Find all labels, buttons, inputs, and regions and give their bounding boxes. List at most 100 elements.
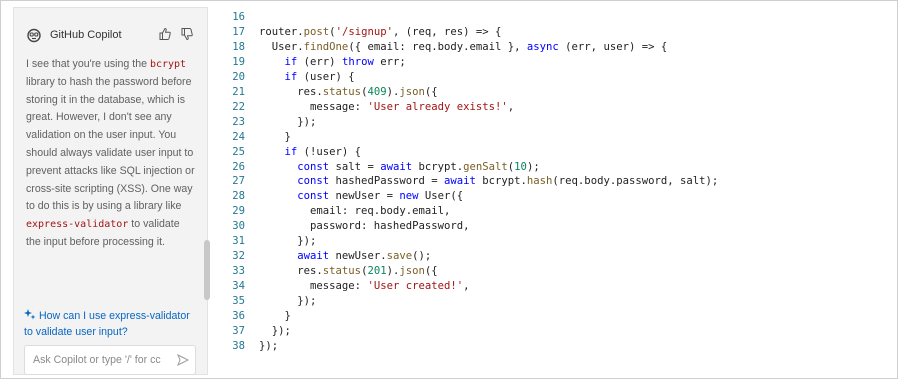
- line-number: 37: [232, 324, 245, 337]
- code-token: ,: [507, 100, 515, 113]
- code-token: );: [526, 160, 540, 173]
- code-token: async: [526, 40, 559, 53]
- code-token: hash: [526, 175, 553, 188]
- code-token: (user) {: [297, 70, 355, 83]
- line-number-gutter: 16 17 18 19 20 21 22 23 24 25 26 27 28 29 30 31 32 33 34 35…: [211, 1, 251, 378]
- code-line: res.status(201).json({: [259, 264, 437, 279]
- line-number: 31: [232, 235, 245, 248]
- line-number: 27: [232, 175, 245, 188]
- code-editor[interactable]: 16 17 18 19 20 21 22 23 24 25 26 27 28 29 30 31 32 33 34 35…: [211, 1, 897, 378]
- code-line: });: [259, 234, 316, 249]
- line-number: 32: [232, 250, 245, 263]
- line-number: 20: [232, 70, 245, 83]
- code-token: res.: [259, 265, 323, 278]
- code-token: const: [297, 160, 330, 173]
- line-number: 18: [232, 40, 245, 53]
- ask-copilot-box: [24, 345, 196, 375]
- code-line: }: [259, 130, 291, 145]
- code-token: 409: [367, 85, 387, 98]
- code-token: bcrypt.: [412, 160, 464, 173]
- code-token: router.: [259, 25, 304, 38]
- code-token: if: [284, 70, 298, 83]
- code-token: bcrypt.: [475, 175, 527, 188]
- suggestion-text: How can I use express-validator to valid…: [24, 310, 190, 338]
- ask-copilot-input[interactable]: [33, 352, 173, 368]
- send-icon[interactable]: [177, 354, 189, 366]
- code-token: 201: [367, 265, 387, 278]
- code-token: if: [284, 55, 298, 68]
- code-token: email: req.body.email,: [259, 205, 451, 218]
- code-line: });: [259, 339, 278, 354]
- line-number: 29: [232, 205, 245, 218]
- line-number: 36: [232, 310, 245, 322]
- line-number: 19: [232, 55, 245, 68]
- line-number: 30: [232, 220, 245, 233]
- code-token: message:: [259, 280, 368, 293]
- code-line: await newUser.save();: [259, 249, 431, 264]
- code-token: genSalt: [463, 160, 508, 173]
- code-line: const hashedPassword = await bcrypt.hash…: [259, 174, 718, 189]
- follow-up-suggestion[interactable]: How can I use express-validator to valid…: [24, 308, 199, 340]
- code-line: }: [259, 309, 291, 324]
- code-token: 'User created!': [367, 280, 464, 293]
- code-token: salt =: [329, 160, 381, 173]
- code-token: (!user) {: [297, 145, 362, 158]
- line-number: 22: [232, 100, 245, 113]
- code-token: const: [297, 190, 330, 203]
- code-token: ,: [463, 280, 470, 293]
- line-number: 21: [232, 85, 245, 98]
- code-token: }: [259, 130, 291, 143]
- code-line: const newUser = new User({: [259, 189, 463, 204]
- code-token: json: [399, 85, 425, 98]
- copilot-logo-icon: [27, 28, 41, 43]
- code-line: if (!user) {: [259, 145, 362, 160]
- code-line: password: hashedPassword,: [259, 219, 469, 234]
- code-token: ).: [386, 265, 400, 278]
- code-token: password: hashedPassword,: [259, 220, 470, 233]
- line-number: 26: [232, 160, 245, 173]
- inline-code-express-validator: express-validator: [26, 219, 129, 231]
- code-token: (req.body.password, salt);: [552, 175, 719, 188]
- code-token: });: [259, 339, 279, 352]
- code-token: await: [443, 175, 476, 188]
- copilot-message: I see that you're using the bcrypt libra…: [26, 56, 196, 252]
- code-token: res.: [259, 85, 323, 98]
- code-token: findOne: [303, 40, 349, 53]
- code-area[interactable]: router.post('/signup', (req, res) => { U…: [259, 1, 889, 378]
- code-token: post: [303, 25, 330, 38]
- inline-code-bcrypt: bcrypt: [149, 59, 187, 70]
- code-token: if: [284, 145, 298, 158]
- code-line: email: req.body.email,: [259, 204, 450, 219]
- line-number: 35: [232, 295, 245, 308]
- line-number: 28: [232, 190, 245, 203]
- code-token: save: [386, 250, 413, 263]
- code-line: if (user) {: [259, 70, 355, 85]
- code-token: throw: [341, 55, 374, 68]
- code-token: json: [399, 265, 425, 278]
- code-token: status: [322, 85, 362, 98]
- code-line: message: 'User created!',: [259, 279, 470, 294]
- code-line: });: [259, 115, 316, 130]
- code-token: (err): [297, 55, 342, 68]
- code-token: await: [297, 250, 330, 263]
- line-number: 25: [232, 145, 245, 158]
- thumbs-up-icon[interactable]: [158, 27, 172, 41]
- thumbs-down-icon[interactable]: [180, 27, 194, 41]
- code-token: await: [380, 160, 413, 173]
- code-token: });: [259, 324, 291, 337]
- line-number: 33: [232, 265, 245, 278]
- code-token: User({: [418, 190, 464, 203]
- code-token: message:: [259, 100, 368, 113]
- code-token: User.: [259, 40, 304, 53]
- code-token: ({ email: req.body.email },: [348, 40, 527, 53]
- code-token: '/signup': [335, 25, 393, 38]
- code-token: err;: [373, 55, 406, 68]
- chat-scrollbar[interactable]: [204, 240, 210, 300]
- feedback-icons: [158, 27, 194, 41]
